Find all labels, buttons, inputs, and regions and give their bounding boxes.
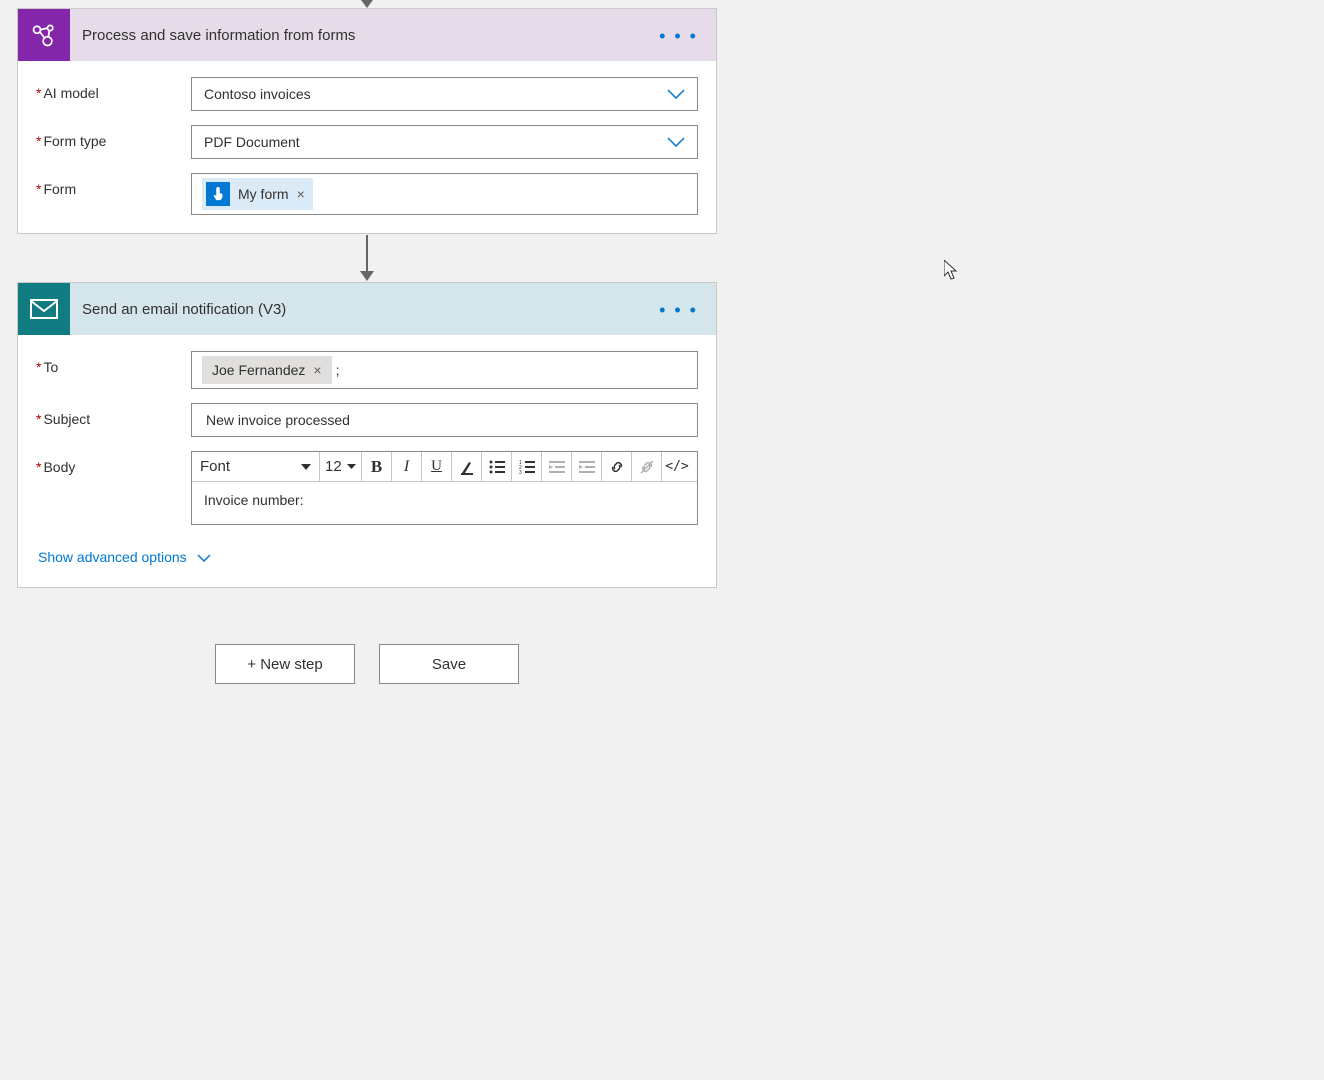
connector-arrow-tip — [17, 0, 717, 8]
remove-token-icon[interactable]: × — [297, 186, 305, 202]
ai-builder-icon — [18, 9, 70, 61]
new-step-button[interactable]: + New step — [215, 644, 355, 684]
code-view-button[interactable]: </> — [662, 452, 692, 481]
numbered-list-button[interactable]: 123 — [512, 452, 542, 481]
bold-button[interactable]: B — [362, 452, 392, 481]
outdent-button — [542, 452, 572, 481]
font-size-selector[interactable]: 12 — [320, 452, 362, 481]
subject-text[interactable] — [204, 411, 685, 429]
chevron-down-icon — [197, 549, 211, 565]
recipient-token[interactable]: Joe Fernandez × — [202, 356, 332, 384]
link-button[interactable] — [602, 452, 632, 481]
form-token[interactable]: My form × — [202, 178, 313, 210]
recipient-name: Joe Fernandez — [212, 362, 305, 378]
subject-label: *Subject — [36, 403, 191, 427]
card-header[interactable]: Send an email notification (V3) • • • — [18, 283, 716, 335]
card-process-forms: Process and save information from forms … — [17, 8, 717, 234]
svg-text:3: 3 — [519, 470, 522, 474]
font-color-button[interactable] — [452, 452, 482, 481]
card-title: Process and save information from forms — [70, 27, 355, 44]
action-bar: + New step Save — [17, 644, 717, 684]
form-field[interactable]: My form × — [191, 173, 698, 215]
ai-model-dropdown[interactable]: Contoso invoices — [191, 77, 698, 111]
body-editor: Font 12 B I U — [191, 451, 698, 525]
more-icon[interactable]: • • • — [659, 27, 698, 45]
form-type-dropdown[interactable]: PDF Document — [191, 125, 698, 159]
card-send-email: Send an email notification (V3) • • • *T… — [17, 282, 717, 588]
to-label: *To — [36, 351, 191, 375]
separator: ; — [336, 362, 340, 378]
indent-button — [572, 452, 602, 481]
card-title: Send an email notification (V3) — [70, 301, 286, 318]
italic-button[interactable]: I — [392, 452, 422, 481]
underline-button[interactable]: U — [422, 452, 452, 481]
mail-icon — [18, 283, 70, 335]
editor-toolbar: Font 12 B I U — [192, 452, 697, 482]
more-icon[interactable]: • • • — [659, 301, 698, 319]
font-selector[interactable]: Font — [192, 452, 320, 481]
show-advanced-options[interactable]: Show advanced options — [18, 543, 211, 565]
touch-icon — [206, 182, 230, 206]
ai-model-label: *AI model — [36, 77, 191, 101]
chevron-down-icon — [667, 86, 685, 102]
card-header[interactable]: Process and save information from forms … — [18, 9, 716, 61]
save-button[interactable]: Save — [379, 644, 519, 684]
bullet-list-button[interactable] — [482, 452, 512, 481]
body-label: *Body — [36, 451, 191, 475]
form-label: *Form — [36, 173, 191, 197]
remove-token-icon[interactable]: × — [313, 362, 321, 378]
subject-input[interactable] — [191, 403, 698, 437]
form-type-label: *Form type — [36, 125, 191, 149]
unlink-button — [632, 452, 662, 481]
connector-arrow — [17, 234, 717, 282]
form-token-label: My form — [238, 186, 289, 202]
to-field[interactable]: Joe Fernandez × ; — [191, 351, 698, 389]
chevron-down-icon — [667, 134, 685, 150]
body-content[interactable]: Invoice number: — [192, 482, 697, 524]
